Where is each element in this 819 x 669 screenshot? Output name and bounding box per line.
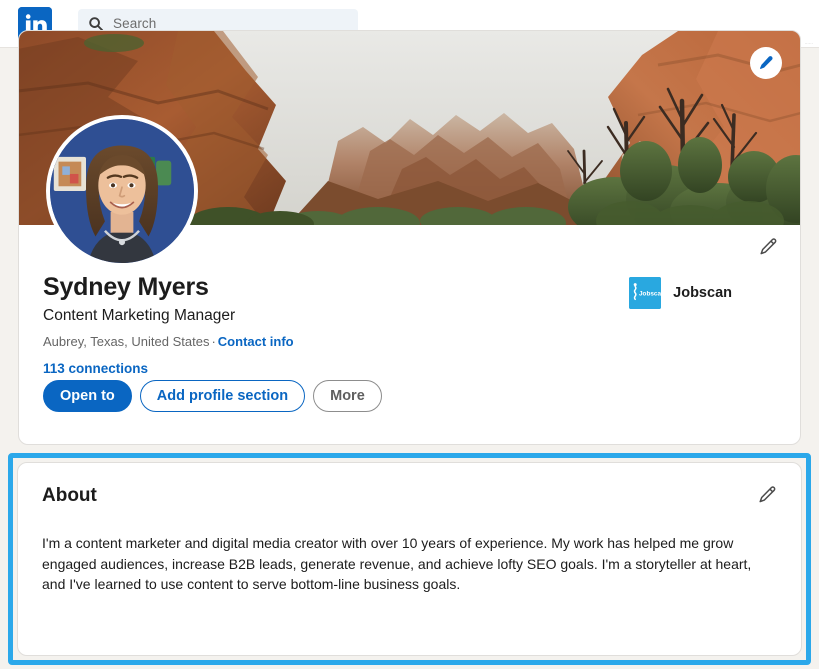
nav-ghost-item-3[interactable]: ......	[805, 41, 813, 48]
page-title: Sydney Myers	[43, 273, 209, 301]
profile-action-buttons: Open to Add profile section More	[43, 380, 382, 412]
company-name: Jobscan	[673, 285, 732, 301]
about-text: I'm a content marketer and digital media…	[42, 535, 752, 593]
current-company[interactable]: Jobscan Jobscan	[629, 277, 732, 309]
about-card: About I'm a content marketer and digital…	[17, 462, 802, 656]
add-profile-section-button[interactable]: Add profile section	[139, 380, 306, 412]
about-section-highlight: About I'm a content marketer and digital…	[8, 453, 811, 665]
edit-profile-button[interactable]	[756, 237, 780, 261]
pencil-icon	[758, 237, 778, 262]
edit-about-button[interactable]	[755, 485, 779, 509]
open-to-button[interactable]: Open to	[43, 380, 132, 412]
jobscan-logo-icon: Jobscan	[629, 277, 662, 309]
avatar[interactable]	[46, 115, 198, 267]
pencil-icon	[758, 55, 774, 71]
connections-count-link[interactable]: 113 connections	[43, 361, 503, 376]
edit-cover-photo-button[interactable]	[750, 47, 782, 79]
location-separator: ·	[211, 334, 216, 350]
svg-text:Jobscan: Jobscan	[639, 291, 661, 298]
profile-location: Aubrey, Texas, United States	[43, 334, 210, 350]
pencil-icon	[757, 485, 777, 510]
search-placeholder: Search	[113, 16, 157, 31]
contact-info-link[interactable]: Contact info	[218, 334, 294, 349]
more-button[interactable]: More	[313, 380, 382, 412]
profile-headline: Content Marketing Manager	[43, 307, 236, 324]
profile-location-row: Aubrey, Texas, United States · Contact inf…	[43, 334, 503, 349]
identity-block: Sydney Myers Content Marketing Manager A…	[43, 273, 503, 376]
about-title: About	[42, 485, 97, 506]
profile-card: Sydney Myers Content Marketing Manager A…	[18, 30, 801, 445]
